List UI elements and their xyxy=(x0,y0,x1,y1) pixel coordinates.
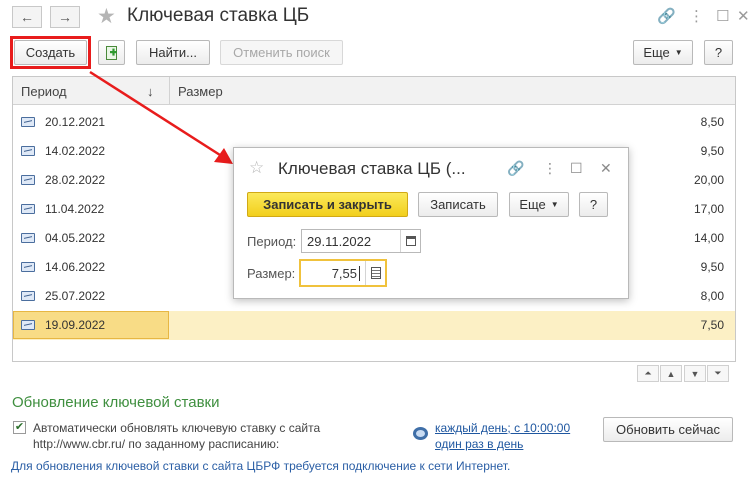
dialog-title: Ключевая ставка ЦБ (... xyxy=(278,159,466,178)
dialog-maximize-icon[interactable]: ☐ xyxy=(570,160,583,177)
dialog-more-icon[interactable]: ⋮ xyxy=(543,160,557,177)
calendar-button[interactable] xyxy=(400,230,420,252)
dialog-more-label: Еще xyxy=(519,197,546,212)
dialog-help-button[interactable]: ? xyxy=(579,192,608,217)
period-label: Период: xyxy=(247,234,297,249)
dialog-close-icon[interactable]: ✕ xyxy=(600,160,612,177)
period-value: 29.11.2022 xyxy=(307,234,372,249)
size-label: Размер: xyxy=(247,266,296,281)
dialog-favorite-star-icon[interactable]: ☆ xyxy=(249,158,264,178)
size-field[interactable]: 7,55 xyxy=(299,259,387,287)
dialog-chevron-down-icon: ▼ xyxy=(550,200,559,209)
text-cursor xyxy=(359,266,360,281)
save-and-close-button[interactable]: Записать и закрыть xyxy=(247,192,408,217)
calendar-icon xyxy=(405,236,416,246)
period-field[interactable]: 29.11.2022 xyxy=(301,229,421,253)
save-button[interactable]: Записать xyxy=(418,192,498,217)
new-rate-dialog: ☆ Ключевая ставка ЦБ (... 🔗 ⋮ ☐ ✕ Записа… xyxy=(233,147,629,299)
dialog-more-button[interactable]: Еще ▼ xyxy=(509,192,569,217)
calculator-button[interactable] xyxy=(365,261,385,285)
dialog-link-icon[interactable]: 🔗 xyxy=(507,160,524,177)
calculator-icon xyxy=(370,267,381,279)
size-value: 7,55 xyxy=(331,266,357,281)
